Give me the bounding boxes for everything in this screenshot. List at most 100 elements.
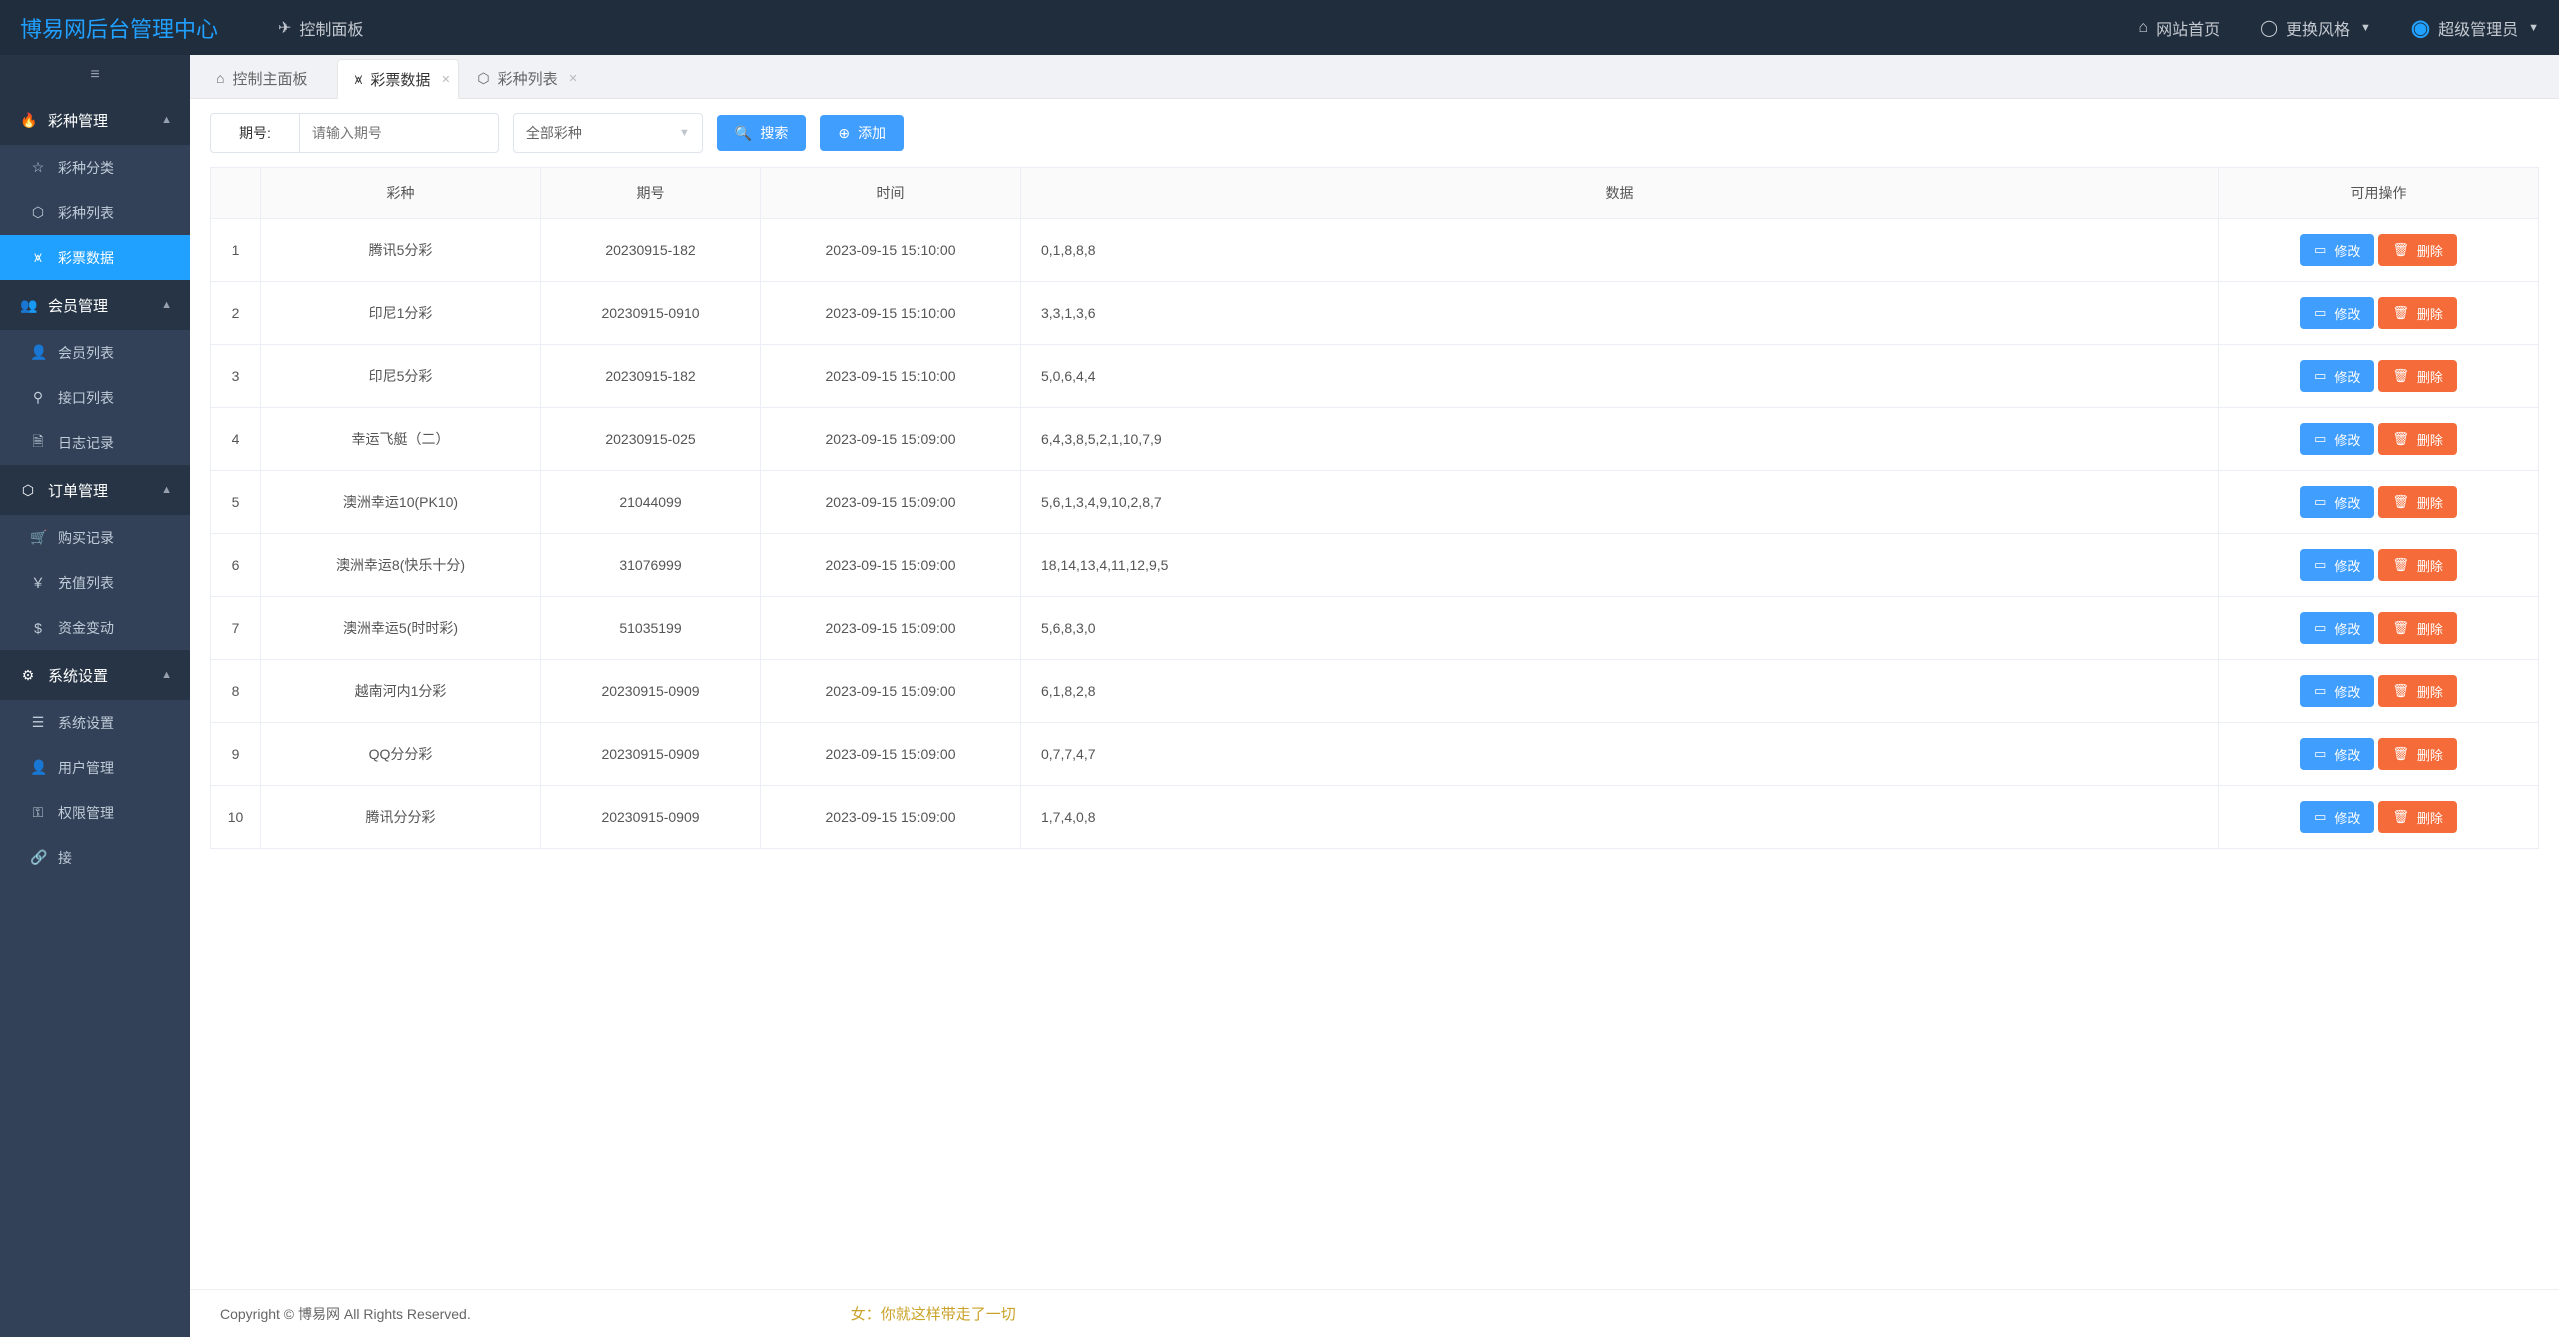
select-value: 全部彩种 xyxy=(526,123,582,143)
delete-button[interactable]: 🗑 删除 xyxy=(2378,360,2457,392)
delete-button[interactable]: 🗑 删除 xyxy=(2378,423,2457,455)
user-dropdown[interactable]: ◉ 超级管理员 ▼ xyxy=(2411,15,2539,41)
add-button-label: 添加 xyxy=(858,123,886,143)
col-header-4: 数据 xyxy=(1021,168,2219,219)
delete-button[interactable]: 🗑 删除 xyxy=(2378,297,2457,329)
modify-button[interactable]: ▭ 修改 xyxy=(2300,297,2374,329)
row-kind: 腾讯5分彩 xyxy=(261,219,541,282)
table-row: 5澳洲幸运10(PK10)210440992023-09-15 15:09:00… xyxy=(211,471,2539,534)
lyric-overlay: 女：你就这样带走了一切 xyxy=(851,1303,1016,1324)
table-row: 2印尼1分彩20230915-09102023-09-15 15:10:003,… xyxy=(211,282,2539,345)
modify-label: 修改 xyxy=(2334,745,2360,764)
row-time: 2023-09-15 15:09:00 xyxy=(761,471,1021,534)
delete-label: 删除 xyxy=(2417,808,2443,827)
search-button[interactable]: 🔍 搜索 xyxy=(717,115,806,151)
sidebar-item-0-2[interactable]: ⩙彩票数据 xyxy=(0,235,190,280)
row-index: 4 xyxy=(211,408,261,471)
lottery-type-select[interactable]: 全部彩种 ▼ xyxy=(513,113,703,153)
sidebar-group-3[interactable]: ⚙系统设置▲ xyxy=(0,650,190,700)
delete-button[interactable]: 🗑 删除 xyxy=(2378,549,2457,581)
sidebar-group-0[interactable]: 🔥彩种管理▲ xyxy=(0,95,190,145)
sidebar-item-3-1[interactable]: 👤用户管理 xyxy=(0,745,190,790)
modify-label: 修改 xyxy=(2334,367,2360,386)
user-icon: 👤 xyxy=(30,344,46,361)
sidebar-item-1-0[interactable]: 👤会员列表 xyxy=(0,330,190,375)
row-time: 2023-09-15 15:09:00 xyxy=(761,408,1021,471)
sidebar-item-0-1[interactable]: ⬡彩种列表 xyxy=(0,190,190,235)
delete-button[interactable]: 🗑 删除 xyxy=(2378,234,2457,266)
row-time: 2023-09-15 15:09:00 xyxy=(761,534,1021,597)
skin-dropdown[interactable]: ◯ 更换风格 ▼ xyxy=(2260,16,2371,40)
modify-button[interactable]: ▭ 修改 xyxy=(2300,423,2374,455)
add-button[interactable]: ⊕ 添加 xyxy=(820,115,904,151)
tab-2[interactable]: ⬡彩种列表✕ xyxy=(461,58,585,98)
delete-label: 删除 xyxy=(2417,241,2443,260)
modify-label: 修改 xyxy=(2334,304,2360,323)
issue-input[interactable] xyxy=(299,113,499,153)
row-actions: ▭ 修改 🗑 删除 xyxy=(2219,345,2539,408)
delete-button[interactable]: 🗑 删除 xyxy=(2378,675,2457,707)
lyric-text: 你就这样带走了一切 xyxy=(881,1306,1016,1323)
close-icon[interactable]: ✕ xyxy=(568,72,577,85)
sidebar-item-2-1[interactable]: ￥充值列表 xyxy=(0,560,190,605)
modify-label: 修改 xyxy=(2334,493,2360,512)
sidebar-item-label: 购买记录 xyxy=(58,528,114,548)
modify-button[interactable]: ▭ 修改 xyxy=(2300,360,2374,392)
control-panel-link[interactable]: ✈ 控制面板 xyxy=(278,16,363,40)
footer: Copyright © 博易网 All Rights Reserved. 女：你… xyxy=(190,1289,2559,1337)
chevron-up-icon: ▲ xyxy=(161,484,172,496)
delete-button[interactable]: 🗑 删除 xyxy=(2378,801,2457,833)
row-index: 5 xyxy=(211,471,261,534)
table-row: 3印尼5分彩20230915-1822023-09-15 15:10:005,0… xyxy=(211,345,2539,408)
sidebar-item-0-0[interactable]: ☆彩种分类 xyxy=(0,145,190,190)
fire-icon: 🔥 xyxy=(20,112,36,129)
home-icon: ⌂ xyxy=(2138,19,2148,37)
sidebar-item-2-0[interactable]: 🛒购买记录 xyxy=(0,515,190,560)
row-issue: 20230915-025 xyxy=(541,408,761,471)
modify-button[interactable]: ▭ 修改 xyxy=(2300,486,2374,518)
modify-button[interactable]: ▭ 修改 xyxy=(2300,801,2374,833)
lyric-speaker: 女： xyxy=(851,1306,881,1323)
sliders-icon: ☰ xyxy=(30,714,46,731)
chevron-down-icon: ▼ xyxy=(679,127,690,139)
row-issue: 21044099 xyxy=(541,471,761,534)
sidebar-group-2[interactable]: ⬡订单管理▲ xyxy=(0,465,190,515)
edit-icon: ▭ xyxy=(2314,620,2326,636)
sidebar-item-1-2[interactable]: 🗎日志记录 xyxy=(0,420,190,465)
sidebar-group-label: 彩种管理 xyxy=(48,110,108,131)
sidebar-item-3-3[interactable]: 🔗接 xyxy=(0,835,190,880)
sidebar-item-label: 资金变动 xyxy=(58,618,114,638)
modify-button[interactable]: ▭ 修改 xyxy=(2300,549,2374,581)
row-data: 6,1,8,2,8 xyxy=(1021,660,2219,723)
modify-button[interactable]: ▭ 修改 xyxy=(2300,612,2374,644)
row-index: 3 xyxy=(211,345,261,408)
col-header-1: 彩种 xyxy=(261,168,541,219)
tab-0[interactable]: ⌂控制主面板 xyxy=(200,58,335,98)
delete-button[interactable]: 🗑 删除 xyxy=(2378,612,2457,644)
sidebar-group-label: 系统设置 xyxy=(48,665,108,686)
tab-1[interactable]: ⩙彩票数据✕ xyxy=(337,59,459,99)
modify-button[interactable]: ▭ 修改 xyxy=(2300,675,2374,707)
modify-label: 修改 xyxy=(2334,430,2360,449)
sidebar-group-1[interactable]: 👥会员管理▲ xyxy=(0,280,190,330)
delete-button[interactable]: 🗑 删除 xyxy=(2378,738,2457,770)
delete-button[interactable]: 🗑 删除 xyxy=(2378,486,2457,518)
row-kind: 印尼5分彩 xyxy=(261,345,541,408)
row-time: 2023-09-15 15:09:00 xyxy=(761,597,1021,660)
sidebar-item-3-0[interactable]: ☰系统设置 xyxy=(0,700,190,745)
row-index: 10 xyxy=(211,786,261,849)
plug-icon: ⚲ xyxy=(30,389,46,406)
gear-icon: ⚙ xyxy=(20,667,36,684)
modify-button[interactable]: ▭ 修改 xyxy=(2300,738,2374,770)
modify-button[interactable]: ▭ 修改 xyxy=(2300,234,2374,266)
site-home-link[interactable]: ⌂ 网站首页 xyxy=(2138,16,2220,40)
close-icon[interactable]: ✕ xyxy=(441,73,450,86)
row-data: 5,6,8,3,0 xyxy=(1021,597,2219,660)
main-area: ⌂控制主面板⩙彩票数据✕⬡彩种列表✕ 期号: 全部彩种 ▼ 🔍 搜索 ⊕ 添加 xyxy=(190,55,2559,1337)
sidebar-item-3-2[interactable]: ⚿权限管理 xyxy=(0,790,190,835)
sidebar-item-2-2[interactable]: $资金变动 xyxy=(0,605,190,650)
sidebar-item-1-1[interactable]: ⚲接口列表 xyxy=(0,375,190,420)
row-index: 6 xyxy=(211,534,261,597)
sidebar-collapse-button[interactable]: ≡ xyxy=(0,55,190,95)
app-brand[interactable]: 博易网后台管理中心 xyxy=(20,12,238,44)
